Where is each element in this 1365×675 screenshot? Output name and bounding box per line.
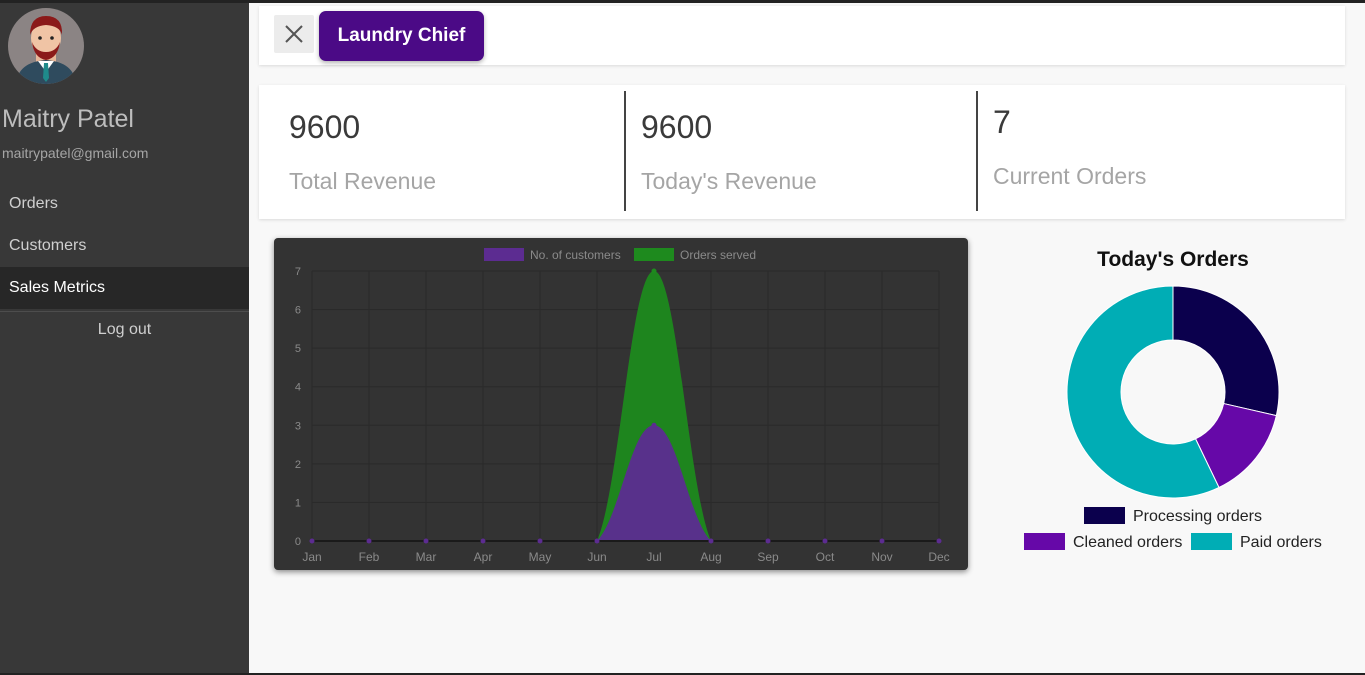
user-name: Maitry Patel (2, 105, 134, 133)
x-tick-label: Jun (587, 550, 606, 564)
slice-processing (1172, 285, 1280, 417)
x-tick-label: Feb (359, 550, 380, 564)
legend-swatch (1084, 507, 1125, 524)
y-tick-label: 4 (295, 382, 301, 394)
customers-point (480, 538, 486, 544)
stat-value: 9600 (641, 109, 713, 145)
x-tick-label: Jul (646, 550, 661, 564)
y-tick-label: 3 (295, 420, 301, 432)
x-tick-label: Jan (302, 550, 321, 564)
stat-label: Today's Revenue (641, 168, 817, 194)
legend-customers-swatch (484, 248, 524, 261)
sidebar-divider (0, 311, 249, 312)
x-tick-label: Sep (757, 550, 779, 564)
legend-label: Orders served (680, 248, 756, 262)
close-button[interactable] (274, 15, 314, 53)
top-bar: Laundry Chief (259, 6, 1345, 65)
stat-value: 7 (993, 104, 1011, 140)
legend-paid[interactable]: Paid orders (1191, 533, 1322, 552)
x-tick-label: May (529, 550, 552, 564)
sidebar-item-customers[interactable]: Customers (0, 225, 249, 267)
sidebar-item-orders[interactable]: Orders (0, 183, 249, 225)
x-tick-label: Nov (871, 550, 892, 564)
x-tick-label: Dec (928, 550, 949, 564)
logout-button[interactable]: Log out (0, 321, 249, 339)
legend-orders-swatch (634, 248, 674, 261)
stat-label: Current Orders (993, 163, 1147, 189)
monthly-chart: 0 1 2 3 4 5 6 7 Jan Feb Mar Apr May Jun Jul Aug Sep Oct No… (274, 238, 968, 570)
legend-processing[interactable]: Processing orders (1084, 507, 1262, 526)
legend-label: Paid orders (1240, 534, 1322, 551)
x-tick-label: Mar (416, 550, 437, 564)
donut-title: Today's Orders (1097, 248, 1249, 271)
legend-swatch (1191, 533, 1232, 550)
legend-swatch (1024, 533, 1065, 550)
customers-point (879, 538, 885, 544)
y-tick-label: 2 (295, 459, 301, 471)
legend-cleaned[interactable]: Cleaned orders (1024, 533, 1182, 552)
sidebar: Maitry Patel maitrypatel@gmail.com Order… (0, 3, 249, 673)
customers-point (366, 538, 372, 544)
donut-chart (1066, 285, 1280, 499)
close-icon (285, 25, 303, 43)
customers-point (537, 538, 543, 544)
monthly-chart-svg: 0 1 2 3 4 5 6 7 Jan Feb Mar Apr May Jun Jul Aug Sep Oct No… (295, 248, 950, 564)
customers-point (708, 538, 714, 544)
stat-current-orders: 7 Current Orders (978, 85, 1343, 219)
customers-point (594, 538, 600, 544)
orders-point (651, 268, 657, 274)
stat-value: 9600 (289, 109, 361, 145)
y-tick-label: 1 (295, 497, 301, 509)
customers-point (822, 538, 828, 544)
y-tick-label: 7 (295, 266, 301, 278)
legend-label: Cleaned orders (1073, 534, 1183, 551)
sidebar-item-sales-metrics[interactable]: Sales Metrics (0, 267, 249, 309)
legend-label: No. of customers (530, 248, 621, 262)
customers-point (765, 538, 771, 544)
stat-label: Total Revenue (289, 168, 437, 194)
x-tick-label: Oct (816, 550, 835, 564)
x-tick-label: Apr (474, 550, 493, 564)
y-tick-label: 6 (295, 305, 301, 317)
avatar (8, 8, 84, 84)
customers-point (936, 538, 942, 544)
x-tick-label: Aug (700, 550, 721, 564)
customers-point (423, 538, 429, 544)
brand-button[interactable]: Laundry Chief (319, 11, 484, 61)
stat-todays-revenue: 9600 Today's Revenue (626, 85, 976, 219)
customers-point (309, 538, 315, 544)
y-tick-label: 5 (295, 343, 301, 355)
stat-total-revenue: 9600 Total Revenue (259, 85, 624, 219)
stats-panel: 9600 Total Revenue 9600 Today's Revenue … (259, 85, 1345, 219)
y-tick-label: 0 (295, 536, 301, 548)
user-email: maitrypatel@gmail.com (2, 145, 149, 161)
customers-point (651, 422, 657, 428)
legend-label: Processing orders (1133, 508, 1262, 525)
